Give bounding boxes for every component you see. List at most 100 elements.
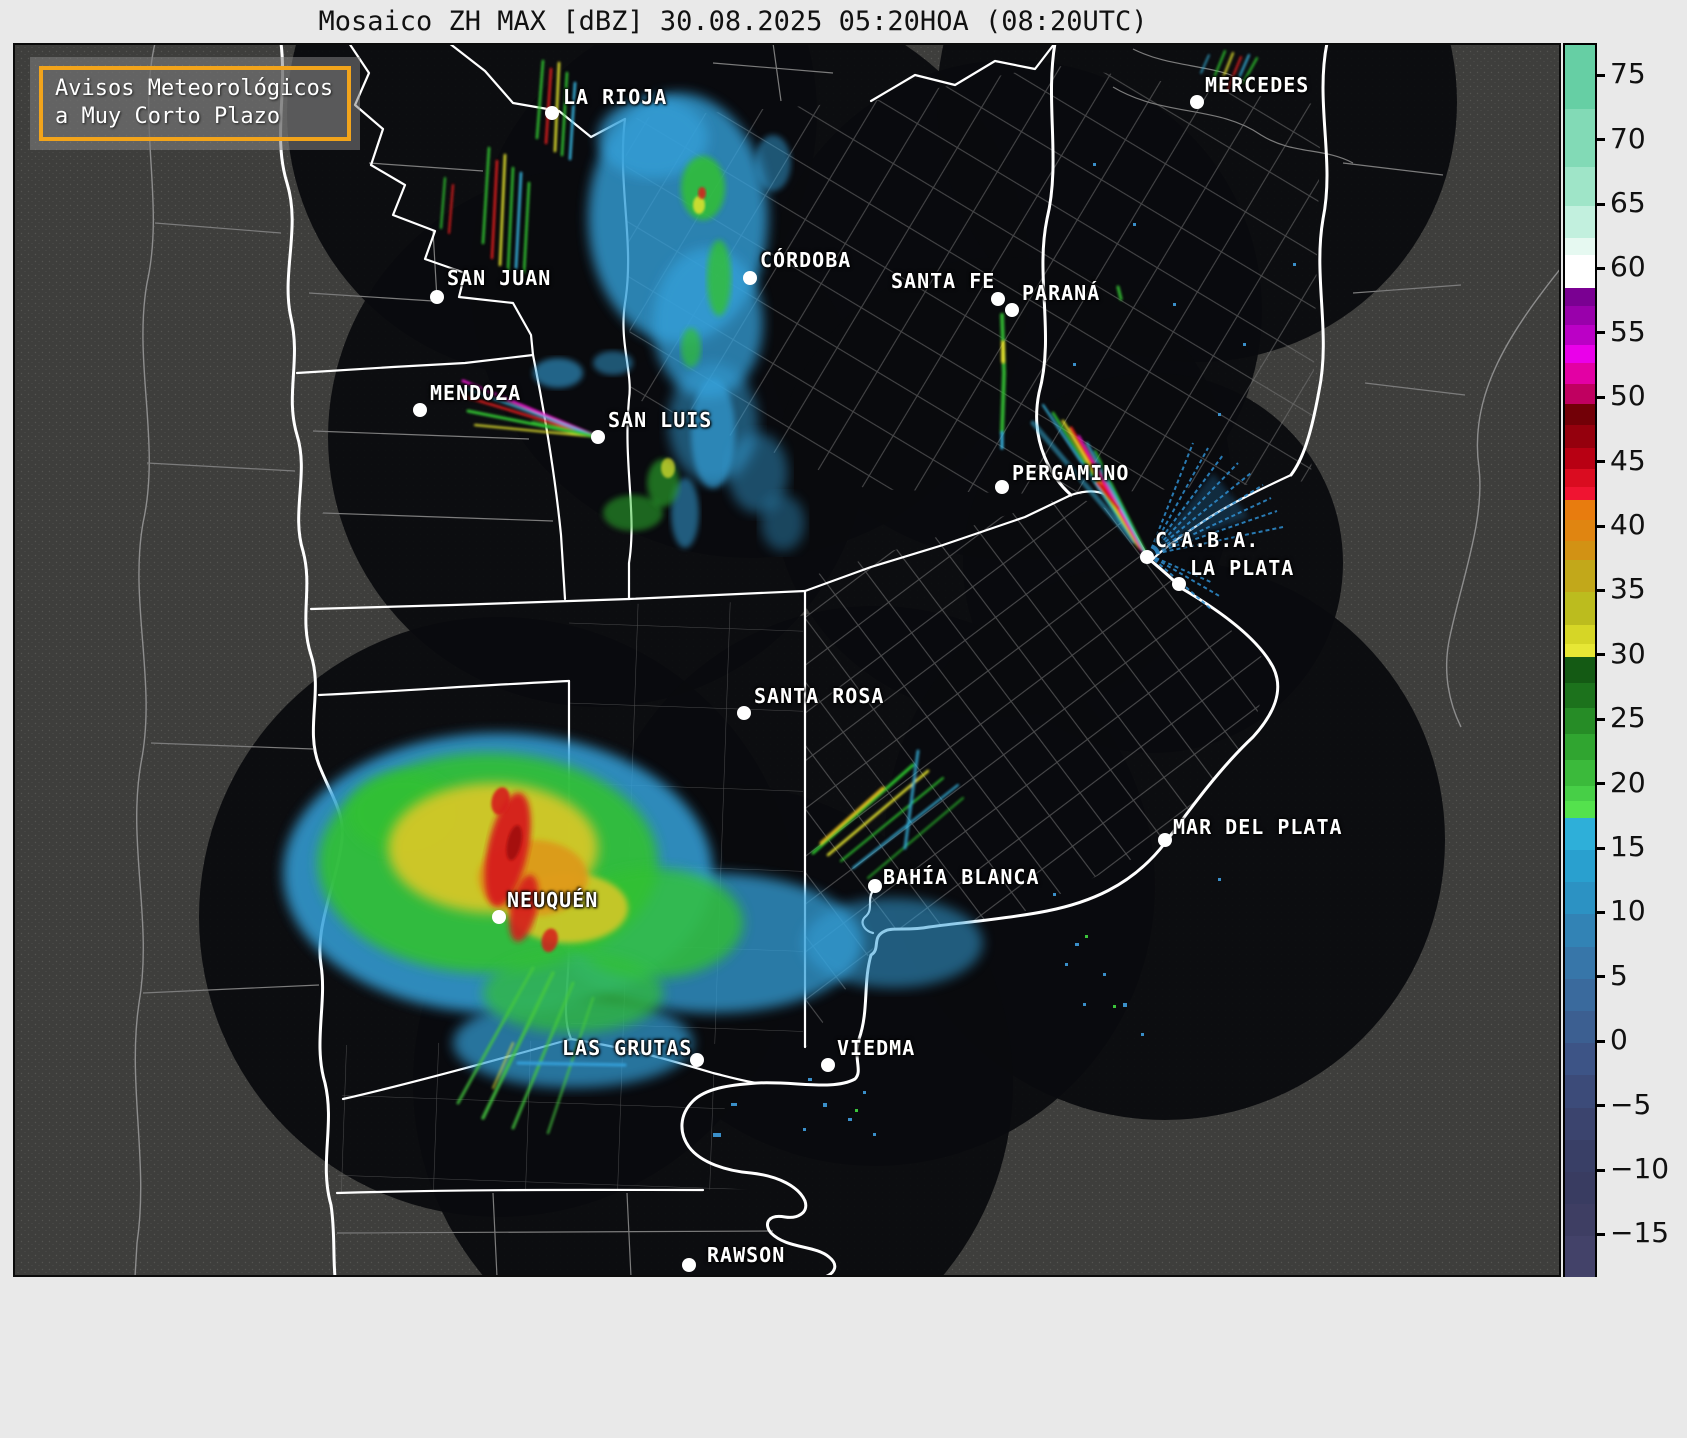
city-dot xyxy=(591,430,605,444)
colorbar-tick xyxy=(1596,975,1605,979)
colorbar-tick xyxy=(1596,266,1605,270)
page-title: Mosaico ZH MAX [dBZ] 30.08.2025 05:20HOA… xyxy=(318,6,1148,37)
colorbar-segment xyxy=(1565,817,1595,851)
colorbar-tick-label: 20 xyxy=(1610,765,1646,799)
colorbar-segment xyxy=(1565,45,1595,110)
colorbar-segment xyxy=(1565,109,1595,168)
colorbar-segment xyxy=(1565,404,1595,425)
colorbar-segment xyxy=(1565,1011,1595,1044)
city-label: NEUQUÉN xyxy=(507,888,599,912)
city-dot xyxy=(1190,95,1204,109)
colorbar-segment xyxy=(1565,785,1595,802)
city-label: SANTA FE xyxy=(891,269,996,293)
colorbar-segment xyxy=(1565,383,1595,405)
colorbar-tick xyxy=(1596,73,1605,77)
colorbar-tick xyxy=(1596,846,1605,850)
colorbar-segment xyxy=(1565,306,1595,325)
colorbar-segment xyxy=(1565,734,1595,760)
colorbar-tick xyxy=(1596,588,1605,592)
city-label: LA PLATA xyxy=(1190,556,1295,580)
colorbar-tick-label: 5 xyxy=(1610,958,1628,992)
colorbar-segment xyxy=(1565,946,1595,979)
city-label: SANTA ROSA xyxy=(754,684,885,708)
colorbar-segment xyxy=(1565,1043,1595,1076)
city-dot xyxy=(682,1258,696,1272)
dbz-colorbar xyxy=(1563,43,1597,1281)
colorbar-segment xyxy=(1565,801,1595,818)
colorbar-tick-label: 65 xyxy=(1610,186,1646,219)
city-dot xyxy=(492,910,506,924)
colorbar-tick-label: 0 xyxy=(1610,1023,1628,1057)
colorbar-segment xyxy=(1565,324,1595,346)
colorbar-segment xyxy=(1565,1139,1595,1173)
colorbar-tick xyxy=(1596,1168,1605,1172)
colorbar-segment xyxy=(1565,882,1595,915)
colorbar-segment xyxy=(1565,1236,1595,1279)
colorbar-segment xyxy=(1565,540,1595,561)
colorbar-tick-label: 40 xyxy=(1610,508,1646,542)
radar-mosaic-page: Mosaico ZH MAX [dBZ] 30.08.2025 05:20HOA… xyxy=(0,0,1687,1438)
city-dot xyxy=(743,271,757,285)
colorbar-segment xyxy=(1565,560,1595,593)
colorbar-tick-label: 55 xyxy=(1610,314,1646,348)
colorbar-segment xyxy=(1565,288,1595,307)
colorbar-tick-label: −10 xyxy=(1610,1152,1670,1186)
colorbar-segment xyxy=(1565,345,1595,364)
colorbar-segment xyxy=(1565,850,1595,883)
colorbar-tick-label: −15 xyxy=(1610,1216,1670,1250)
colorbar-segment xyxy=(1565,1107,1595,1140)
city-dot xyxy=(995,480,1009,494)
colorbar-tick xyxy=(1596,1232,1605,1236)
colorbar-tick xyxy=(1596,331,1605,335)
map-canvas xyxy=(13,43,1561,1277)
colorbar-segment xyxy=(1565,1075,1595,1108)
city-label: BAHÍA BLANCA xyxy=(883,865,1040,889)
city-dot xyxy=(737,706,751,720)
colorbar-segment xyxy=(1565,624,1595,644)
city-label: LA RIOJA xyxy=(563,85,668,109)
colorbar-segment xyxy=(1565,914,1595,947)
colorbar-segment xyxy=(1565,254,1595,289)
city-label: CÓRDOBA xyxy=(760,248,852,272)
colorbar-segment xyxy=(1565,486,1595,500)
colorbar-tick-label: −5 xyxy=(1610,1087,1652,1121)
colorbar-tick-label: 25 xyxy=(1610,701,1646,735)
radar-map: MERCEDES LA RIOJA SAN JUAN CÓRDOBA SANTA FE P… xyxy=(13,43,1561,1277)
footer-logos: Servicio Meteorológico Nacional Argentin… xyxy=(0,1277,1687,1438)
colorbar-tick xyxy=(1596,717,1605,721)
colorbar-segment xyxy=(1565,206,1595,239)
colorbar-tick xyxy=(1596,202,1605,206)
colorbar-segment xyxy=(1565,448,1595,469)
colorbar-tick-label: 50 xyxy=(1610,379,1646,413)
colorbar-tick xyxy=(1596,910,1605,914)
colorbar-tick-label: 70 xyxy=(1610,121,1646,155)
colorbar-tick xyxy=(1596,395,1605,399)
colorbar-tick xyxy=(1596,460,1605,464)
colorbar-segment xyxy=(1565,682,1595,709)
colorbar-tick-label: 15 xyxy=(1610,830,1646,864)
colorbar-tick-label: 75 xyxy=(1610,57,1646,91)
colorbar-segment xyxy=(1565,468,1595,487)
city-label: C.A.B.A. xyxy=(1155,528,1260,552)
city-dot xyxy=(545,106,559,120)
city-label: RAWSON xyxy=(707,1243,786,1267)
city-dot xyxy=(1158,833,1172,847)
colorbar-tick-label: 35 xyxy=(1610,572,1646,606)
colorbar-tick-label: 30 xyxy=(1610,636,1646,670)
colorbar-segment xyxy=(1565,643,1595,657)
city-label: LAS GRUTAS xyxy=(562,1036,693,1060)
colorbar-segment xyxy=(1565,708,1595,735)
city-dot xyxy=(821,1058,835,1072)
city-dot xyxy=(1172,577,1186,591)
warnings-overlay-box: Avisos Meteorológicos a Muy Corto Plazo xyxy=(30,57,361,150)
colorbar-tick xyxy=(1596,653,1605,657)
colorbar-tick xyxy=(1596,138,1605,142)
city-dot xyxy=(413,403,427,417)
colorbar-tick xyxy=(1596,524,1605,528)
city-label: MERCEDES xyxy=(1205,73,1310,97)
city-dot xyxy=(1005,303,1019,317)
city-label: PARANÁ xyxy=(1022,281,1101,305)
colorbar-segment xyxy=(1565,656,1595,683)
city-label: MENDOZA xyxy=(430,381,522,405)
city-label: SAN JUAN xyxy=(447,266,552,290)
